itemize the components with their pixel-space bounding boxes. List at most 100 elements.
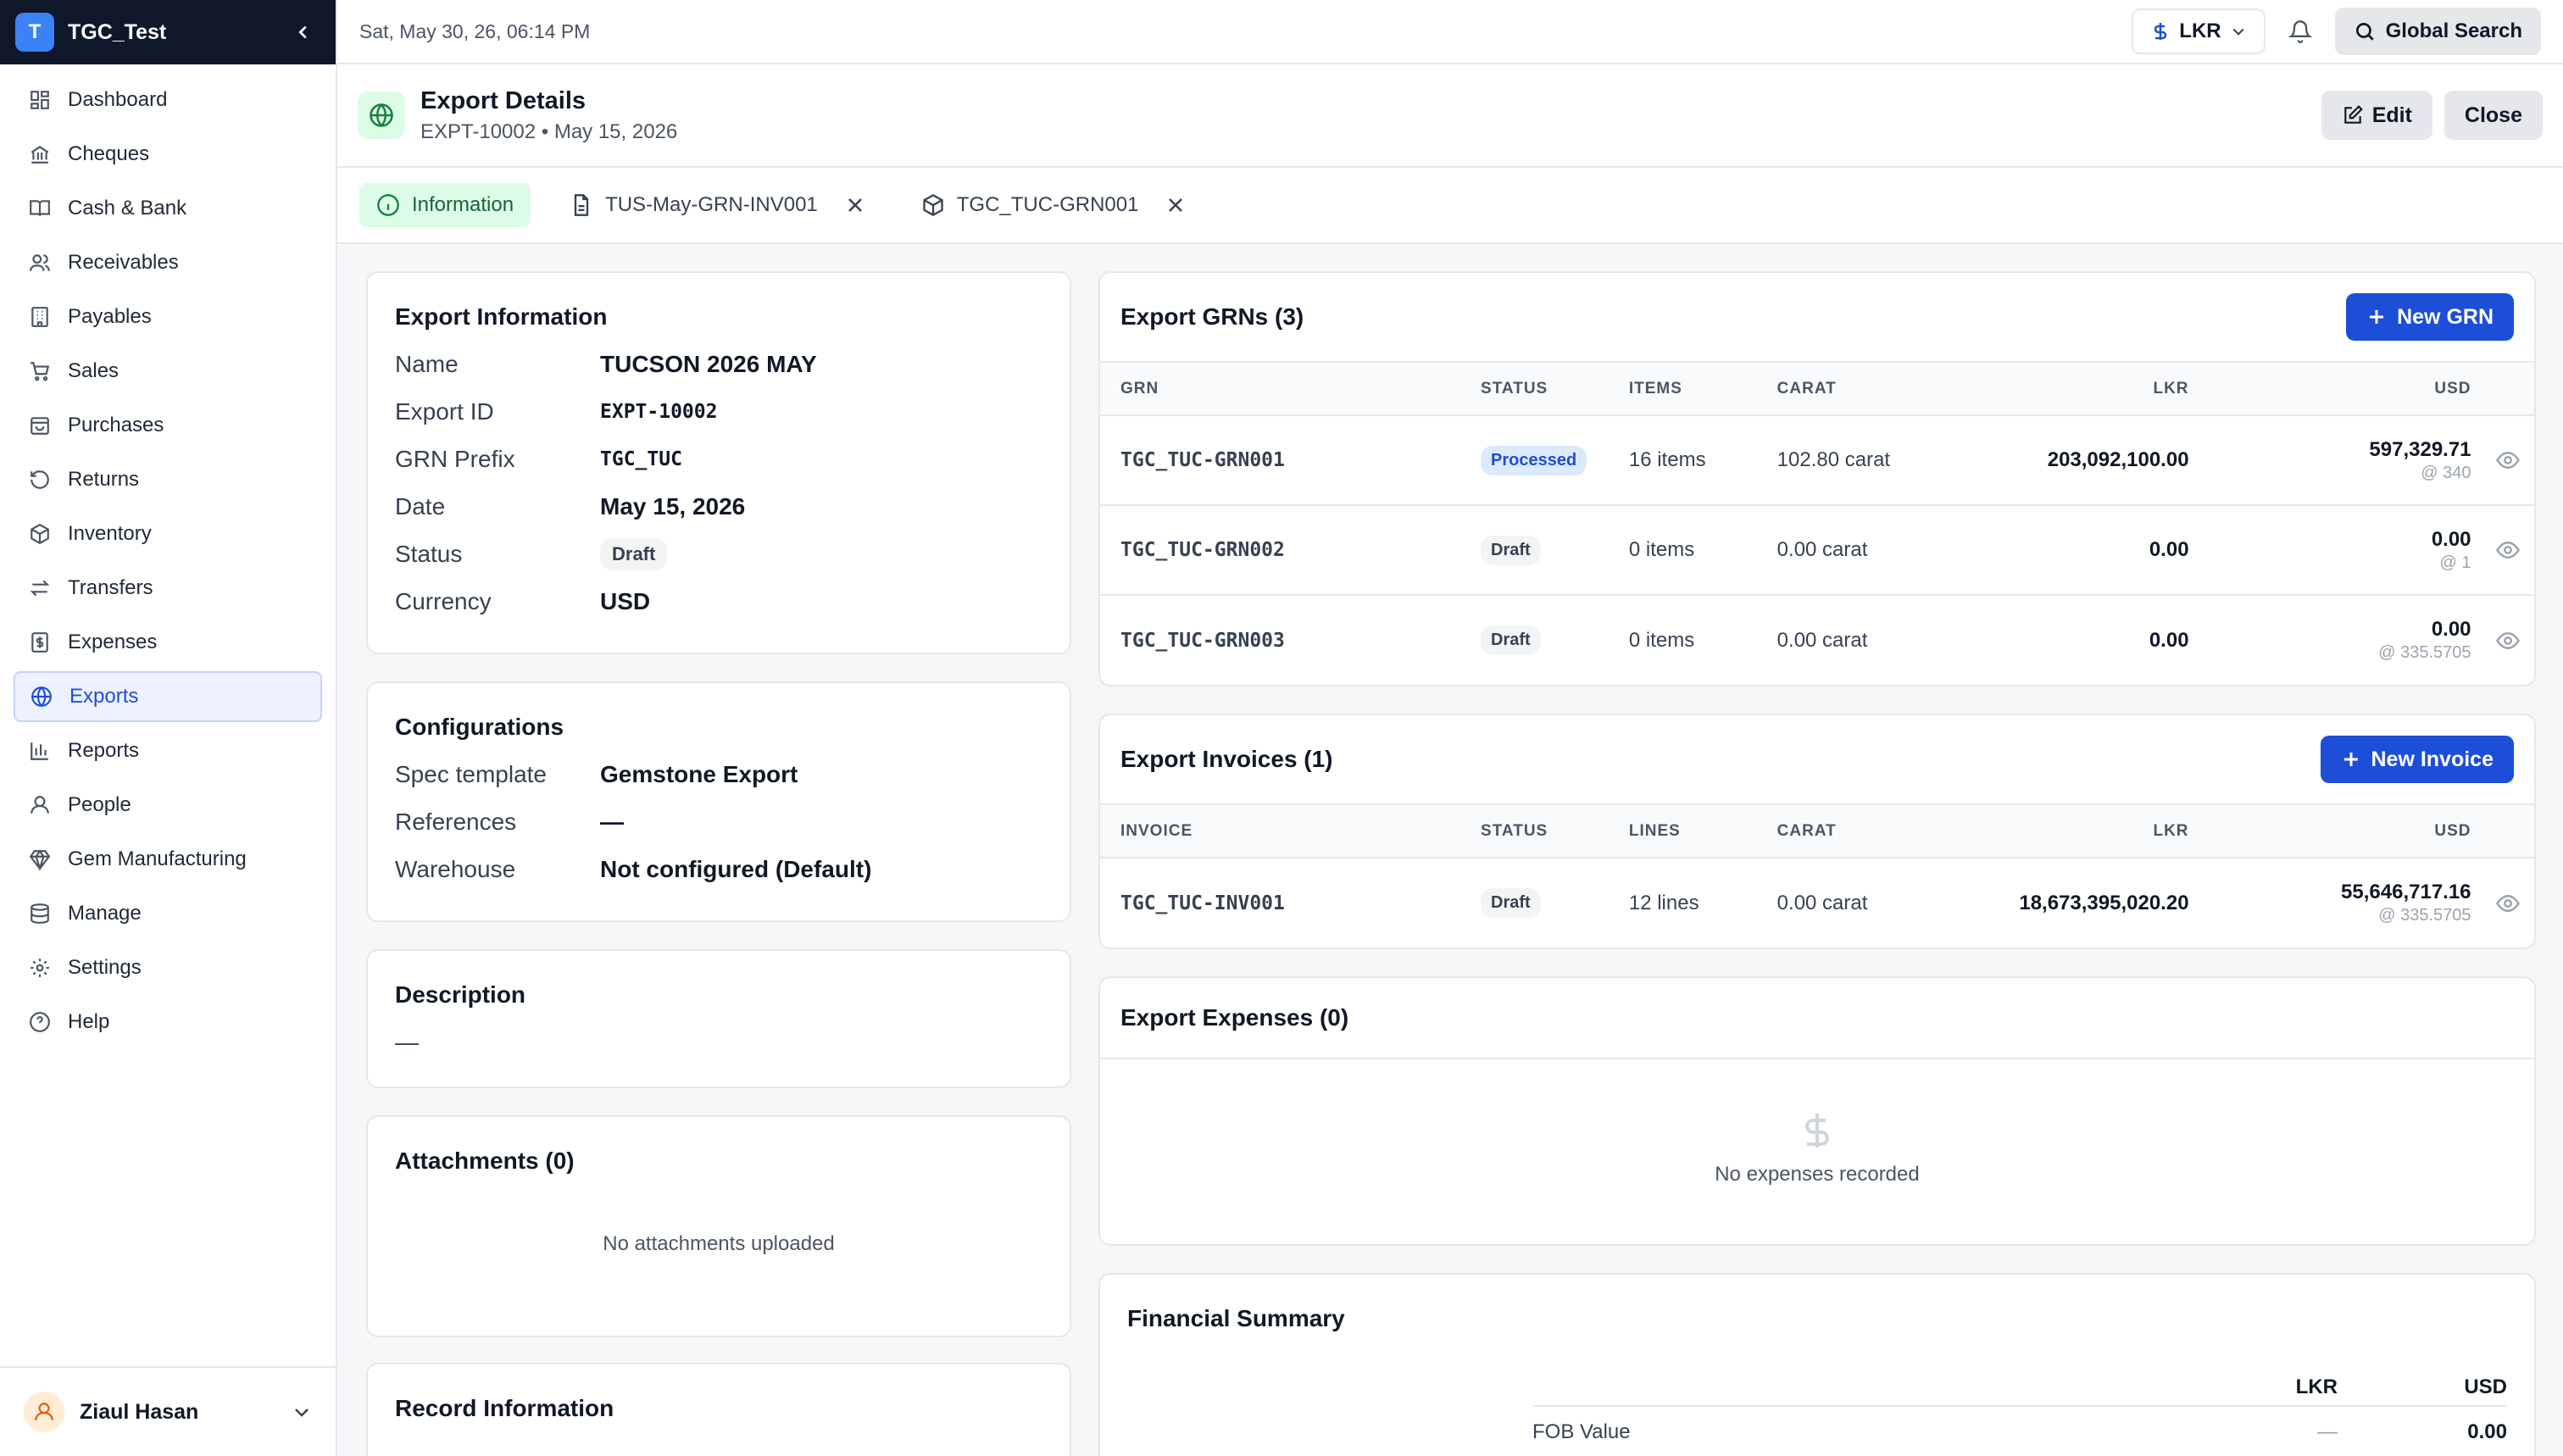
tab-information[interactable]: Information	[359, 183, 531, 227]
plus-icon	[2370, 310, 2384, 324]
info-value: TGC_TUC	[600, 448, 682, 470]
tab-label: Information	[412, 193, 514, 216]
grn-id[interactable]: TGC_TUC-GRN001	[1100, 415, 1471, 506]
info-key: Date	[395, 493, 446, 520]
invoice-id[interactable]: TGC_TUC-INV001	[1100, 858, 1471, 948]
sidebar-item-label: Settings	[68, 956, 142, 979]
sidebar-item-sales[interactable]: Sales	[14, 346, 322, 397]
financial-summary-card: Financial Summary LKR USD FOB Value — 0.…	[1098, 1273, 2536, 1456]
col-status: STATUS	[1471, 363, 1619, 416]
sidebar-item-expenses[interactable]: Expenses	[14, 617, 322, 668]
info-value: TUCSON 2026 MAY	[600, 351, 817, 377]
sidebar-item-manage[interactable]: Manage	[14, 888, 322, 939]
sidebar-item-purchases[interactable]: Purchases	[14, 400, 322, 451]
grn-items: 0 items	[1618, 505, 1767, 596]
eye-icon	[2495, 631, 2520, 649]
close-tab-button[interactable]	[845, 195, 865, 215]
sidebar-item-help[interactable]: Help	[14, 997, 322, 1048]
attachments-empty: No attachments uploaded	[603, 1232, 835, 1255]
description-value: —	[395, 1029, 419, 1055]
sidebar-item-cash-bank[interactable]: Cash & Bank	[14, 183, 322, 234]
card-title: Export Invoices (1)	[1120, 746, 1333, 772]
table-row[interactable]: TGC_TUC-GRN001 Processed 16 items 102.80…	[1100, 415, 2534, 506]
org-name[interactable]: TGC_Test	[68, 20, 286, 45]
info-row-date: Date May 15, 2026	[395, 483, 1042, 531]
new-grn-label: New GRN	[2397, 304, 2494, 329]
info-key: Status	[395, 541, 463, 567]
new-grn-button[interactable]: New GRN	[2346, 293, 2514, 341]
table-row[interactable]: TGC_TUC-GRN003 Draft 0 items 0.00 carat …	[1100, 595, 2534, 685]
new-invoice-button[interactable]: New Invoice	[2320, 736, 2514, 783]
sidebar-item-label: Inventory	[68, 522, 152, 545]
view-button[interactable]	[2492, 537, 2524, 563]
table-row[interactable]: TGC_TUC-GRN002 Draft 0 items 0.00 carat …	[1100, 505, 2534, 596]
global-search-label: Global Search	[2385, 19, 2522, 42]
bell-icon	[2288, 20, 2312, 43]
expenses-empty-state: No expenses recorded	[1100, 1110, 2534, 1186]
card-title: Export Information	[395, 303, 608, 330]
col-invoice: INVOICE	[1100, 805, 1471, 859]
global-search-button[interactable]: Global Search	[2334, 8, 2541, 55]
dollar-icon	[1805, 1114, 1829, 1148]
config-key: Spec template	[395, 761, 547, 787]
eye-icon	[2495, 541, 2520, 559]
cart-icon	[27, 358, 53, 384]
org-badge[interactable]: T	[15, 13, 54, 52]
bank-icon	[27, 142, 53, 167]
grn-id[interactable]: TGC_TUC-GRN002	[1100, 505, 1471, 596]
chevron-down-icon	[2232, 28, 2244, 36]
sidebar-item-inventory[interactable]: Inventory	[14, 508, 322, 559]
col-actions	[2481, 805, 2534, 859]
col-usd: USD	[2199, 805, 2482, 859]
info-value: EXPT-10002	[600, 401, 718, 423]
config-row-spec: Spec template Gemstone Export	[395, 751, 1042, 798]
financial-label: FOB Value	[1532, 1420, 1631, 1443]
card-title: Financial Summary	[1127, 1305, 1345, 1331]
col-usd: USD	[2464, 1375, 2507, 1398]
collapse-sidebar-button[interactable]	[286, 15, 320, 49]
tab-grn[interactable]: TGC_TUC-GRN001	[904, 183, 1204, 227]
currency-selector[interactable]: LKR	[2132, 8, 2266, 54]
receipt-icon	[27, 630, 53, 655]
sidebar-item-transfers[interactable]: Transfers	[14, 563, 322, 614]
view-button[interactable]	[2492, 447, 2524, 473]
sidebar-item-label: Expenses	[68, 631, 158, 653]
col-grn: GRN	[1100, 363, 1471, 416]
tab-invoice[interactable]: TUS-May-GRN-INV001	[553, 183, 882, 227]
sidebar-item-people[interactable]: People	[14, 780, 322, 831]
sidebar-item-reports[interactable]: Reports	[14, 725, 322, 776]
attachments-card: Attachments (0) No attachments uploaded	[366, 1115, 1071, 1337]
grn-lkr: 0.00	[1934, 505, 2199, 596]
sidebar-item-receivables[interactable]: Receivables	[14, 237, 322, 288]
close-icon	[848, 198, 862, 212]
status-badge: Processed	[1481, 445, 1587, 475]
sidebar-item-label: People	[68, 793, 131, 816]
config-row-references: References —	[395, 798, 1042, 846]
config-key: Warehouse	[395, 856, 516, 882]
notifications-button[interactable]	[2277, 8, 2323, 54]
sidebar-item-payables[interactable]: Payables	[14, 292, 322, 342]
info-row-grn-prefix: GRN Prefix TGC_TUC	[395, 436, 1042, 483]
close-button[interactable]: Close	[2443, 91, 2543, 140]
sidebar-item-returns[interactable]: Returns	[14, 454, 322, 505]
close-tab-button[interactable]	[1165, 195, 1186, 215]
tab-label: TUS-May-GRN-INV001	[605, 193, 818, 216]
view-button[interactable]	[2492, 891, 2524, 916]
view-button[interactable]	[2492, 628, 2524, 653]
info-row-status: Status Draft	[395, 531, 1042, 578]
sidebar-item-dashboard[interactable]: Dashboard	[14, 75, 322, 125]
grn-items: 0 items	[1628, 628, 1695, 652]
sidebar-item-gem-manufacturing[interactable]: Gem Manufacturing	[14, 834, 322, 885]
sidebar-item-cheques[interactable]: Cheques	[14, 129, 322, 180]
sidebar-item-settings[interactable]: Settings	[14, 942, 322, 993]
user-menu[interactable]: Ziaul Hasan	[0, 1366, 336, 1456]
info-icon	[377, 194, 399, 216]
expenses-empty-text: No expenses recorded	[1715, 1163, 1920, 1186]
financial-header-row: LKR USD	[1532, 1370, 2507, 1407]
grn-id[interactable]: TGC_TUC-GRN003	[1100, 595, 1471, 685]
arrows-left-right-icon	[27, 575, 53, 601]
sidebar-item-exports[interactable]: Exports	[14, 671, 322, 722]
edit-button[interactable]: Edit	[2321, 91, 2432, 140]
sidebar-item-label: Payables	[68, 305, 152, 328]
table-row[interactable]: TGC_TUC-INV001 Draft 12 lines 0.00 carat…	[1100, 858, 2534, 948]
